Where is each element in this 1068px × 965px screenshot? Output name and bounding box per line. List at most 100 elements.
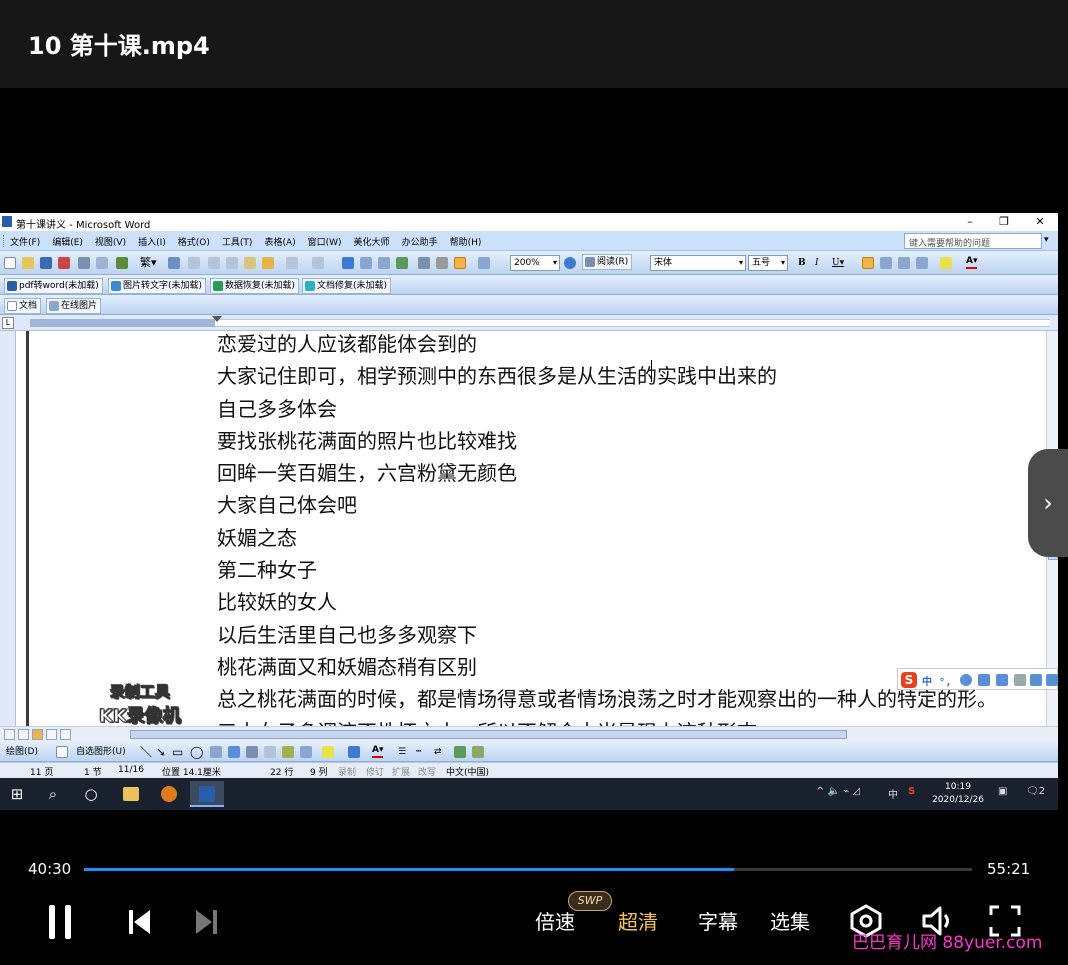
research-icon[interactable] xyxy=(188,257,200,269)
menu-table[interactable]: 表格(A) xyxy=(264,235,295,248)
menu-edit[interactable]: 编辑(E) xyxy=(52,235,83,248)
word-app[interactable] xyxy=(190,781,224,807)
video-frame[interactable]: 第十课讲义 - Microsoft Word – ❐ ✕ 文件(F) 编辑(E)… xyxy=(0,88,1058,840)
ime-toolbar[interactable]: S 中 °, xyxy=(897,668,1058,690)
textbox-icon[interactable] xyxy=(210,746,222,758)
italic-button[interactable]: I xyxy=(815,255,819,271)
rectangle-icon[interactable]: ▭ xyxy=(172,744,183,760)
web-view-icon[interactable] xyxy=(18,729,29,740)
document-map-icon[interactable] xyxy=(454,257,466,269)
tray-ime-icon[interactable]: S xyxy=(908,786,915,797)
horizontal-scrollbar[interactable] xyxy=(0,726,1058,742)
diagram-icon[interactable] xyxy=(246,746,258,758)
menu-office-helper[interactable]: 办公助手 xyxy=(402,235,438,248)
draw-font-color-icon[interactable]: A▾ xyxy=(372,744,384,758)
quality-button[interactable]: 超清 xyxy=(618,906,658,935)
progress-bar[interactable] xyxy=(84,868,972,871)
line-style-icon[interactable]: ☰ xyxy=(398,744,406,760)
indent-marker[interactable] xyxy=(212,316,222,322)
menu-tools[interactable]: 工具(T) xyxy=(222,235,253,248)
select-objects-icon[interactable] xyxy=(56,746,68,758)
insert-table-icon[interactable] xyxy=(378,257,390,269)
line-icon[interactable]: ＼ xyxy=(140,744,152,760)
pause-icon[interactable] xyxy=(46,903,74,941)
status-overtype[interactable]: 改写 xyxy=(418,765,436,778)
windows-start-icon[interactable]: ⊞ xyxy=(6,783,28,805)
data-recovery-button[interactable]: 数据恢复(未加载) xyxy=(210,278,300,294)
file-explorer-app[interactable] xyxy=(114,781,148,807)
menu-file[interactable]: 文件(F) xyxy=(10,235,40,248)
show-hide-icon[interactable] xyxy=(478,257,490,269)
print-icon[interactable] xyxy=(78,257,90,269)
align-left-icon[interactable] xyxy=(862,257,874,269)
font-color-icon[interactable]: A▾ xyxy=(966,255,978,269)
notification-icon[interactable]: 🗨2 xyxy=(1026,786,1045,797)
paste-icon[interactable] xyxy=(244,257,256,269)
episodes-button[interactable]: 选集 xyxy=(770,906,810,935)
drawing-icon[interactable] xyxy=(436,257,448,269)
doc-repair-button[interactable]: 文档修复(未加载) xyxy=(302,278,392,294)
tab-selector[interactable]: L xyxy=(2,317,14,329)
toolbox-icon[interactable] xyxy=(1046,674,1058,686)
print-view-icon[interactable] xyxy=(32,729,43,740)
document-button[interactable]: 文档 xyxy=(4,298,42,314)
menu-beautify[interactable]: 美化大师 xyxy=(354,235,390,248)
copy-icon[interactable] xyxy=(226,257,238,269)
spelling-icon[interactable] xyxy=(116,257,128,269)
underline-button[interactable]: U▾ xyxy=(832,255,844,271)
dash-style-icon[interactable]: ┅ xyxy=(416,744,421,760)
menu-help[interactable]: 帮助(H) xyxy=(450,235,482,248)
zoom-select[interactable]: 200% ▾ xyxy=(510,255,560,271)
help-icon[interactable] xyxy=(564,257,576,269)
justify-icon[interactable] xyxy=(916,257,928,269)
save-icon[interactable] xyxy=(40,257,52,269)
oval-icon[interactable]: ◯ xyxy=(190,744,203,760)
permission-icon[interactable] xyxy=(58,257,70,269)
3d-icon[interactable] xyxy=(472,746,484,758)
autoshapes-button[interactable]: 自选图形(U) xyxy=(76,744,126,760)
clipart-icon[interactable] xyxy=(264,746,276,758)
show-desktop-icon[interactable]: ▣ xyxy=(998,786,1007,797)
previous-icon[interactable] xyxy=(126,907,154,937)
wordart-icon[interactable] xyxy=(228,746,240,758)
hyperlink-icon[interactable] xyxy=(342,257,354,269)
online-image-button[interactable]: 在线图片 xyxy=(46,298,102,314)
menu-insert[interactable]: 插入(I) xyxy=(138,235,166,248)
insert-picture-icon[interactable] xyxy=(300,746,312,758)
align-center-icon[interactable] xyxy=(880,257,892,269)
normal-view-icon[interactable] xyxy=(4,729,15,740)
shadow-icon[interactable] xyxy=(454,746,466,758)
columns-icon[interactable] xyxy=(418,257,430,269)
close-icon[interactable]: ✕ xyxy=(1032,215,1048,228)
menu-format[interactable]: 格式(O) xyxy=(178,235,210,248)
tray-icons[interactable]: ^ 🔈 ⌁ ◿ xyxy=(816,786,860,797)
align-right-icon[interactable] xyxy=(898,257,910,269)
horizontal-scroll-thumb[interactable] xyxy=(130,730,847,739)
insert-excel-icon[interactable] xyxy=(396,257,408,269)
undo-icon[interactable] xyxy=(286,257,298,269)
document-body[interactable]: 恋爱过的人应该都能体会到的 大家记住即可，相学预测中的东西很多是从生活的实践中出… xyxy=(217,331,997,726)
draw-menu-button[interactable]: 绘图(D) xyxy=(6,744,38,760)
line-color-icon[interactable] xyxy=(348,746,360,758)
reading-view-icon[interactable] xyxy=(60,729,71,740)
format-painter-icon[interactable] xyxy=(262,257,274,269)
outline-view-icon[interactable] xyxy=(46,729,57,740)
tables-borders-icon[interactable] xyxy=(360,257,372,269)
help-dropdown-icon[interactable]: ▾ xyxy=(1044,235,1049,245)
highlight-icon[interactable] xyxy=(940,257,952,269)
next-video-arrow[interactable]: › xyxy=(1028,449,1068,557)
convert-icon[interactable] xyxy=(168,257,180,269)
sogou-icon[interactable]: S xyxy=(901,672,917,688)
cut-icon[interactable] xyxy=(208,257,220,269)
skin-icon[interactable] xyxy=(1030,674,1042,686)
picture-icon[interactable] xyxy=(282,746,294,758)
recorder-app[interactable] xyxy=(152,781,186,807)
pdf-to-word-button[interactable]: pdf转word(未加载) xyxy=(4,278,103,294)
tray-language[interactable]: 中 xyxy=(888,786,898,801)
image-to-text-button[interactable]: 图片转文字(未加载) xyxy=(108,278,207,294)
speed-button[interactable]: 倍速 xyxy=(535,906,575,935)
minimize-icon[interactable]: – xyxy=(962,215,978,228)
status-record[interactable]: 录制 xyxy=(338,765,356,778)
menu-view[interactable]: 视图(V) xyxy=(95,235,126,248)
print-preview-icon[interactable] xyxy=(96,257,108,269)
